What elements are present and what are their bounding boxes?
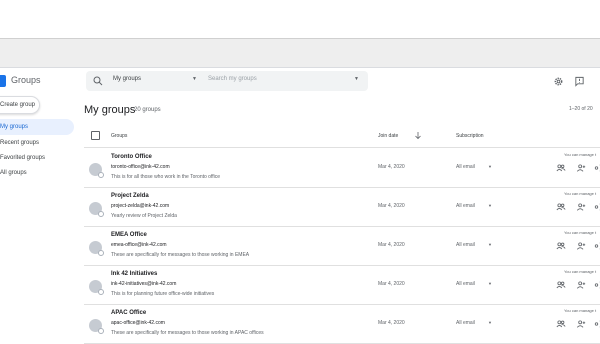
group-description: This is for planning future office-wide … [111, 291, 215, 297]
arrow-down-icon[interactable] [414, 131, 422, 140]
group-email: toronto-office@ink-42.com [111, 164, 170, 170]
groups-column-header: Groups [111, 133, 128, 139]
group-badge-icon [98, 250, 104, 256]
add-member-icon[interactable] [576, 280, 586, 290]
group-description: These are specifically for messages to t… [111, 330, 264, 336]
chevron-down-icon[interactable]: ▼ [488, 242, 492, 247]
manage-members-icon[interactable] [556, 202, 566, 212]
join-date: Mar 4, 2020 [378, 320, 405, 326]
chevron-down-icon[interactable]: ▼ [488, 281, 492, 286]
chevron-down-icon[interactable]: ▼ [488, 164, 492, 169]
search-bar[interactable]: My groups ▼ Search my groups ▼ [86, 71, 368, 91]
chevron-down-icon[interactable]: ▼ [488, 203, 492, 208]
sidebar-item-label: My groups [0, 124, 29, 130]
join-date: Mar 4, 2020 [378, 164, 405, 170]
manage-hint: You can manage t [564, 269, 597, 274]
sidebar-item-favorited-groups[interactable]: Favorited groups [0, 150, 74, 166]
group-name-link[interactable]: Toronto Office [111, 154, 152, 160]
sidebar-item-label: Favorited groups [0, 155, 46, 161]
feedback-icon[interactable] [574, 76, 585, 87]
group-email: emea-office@ink-42.com [111, 242, 167, 248]
table-row[interactable]: EMEA Office emea-office@ink-42.com These… [84, 227, 600, 266]
chevron-down-icon[interactable]: ▼ [488, 320, 492, 325]
groups-logo-icon[interactable] [0, 75, 6, 87]
group-description: This is for all those who work in the To… [111, 174, 221, 180]
search-icon[interactable] [92, 75, 104, 87]
manage-members-icon[interactable] [556, 163, 566, 173]
join-date: Mar 4, 2020 [378, 281, 405, 287]
subscription-select[interactable]: All email [456, 164, 475, 170]
add-member-icon[interactable] [576, 202, 586, 212]
manage-hint: You can manage t [564, 191, 597, 196]
app-name: Groups [11, 75, 41, 85]
manage-hint: You can manage t [564, 308, 597, 313]
share-icon[interactable] [594, 319, 600, 329]
add-member-icon[interactable] [576, 163, 586, 173]
join-date-column-header[interactable]: Join date [378, 133, 398, 139]
main-content: My groups 20 groups 1–20 of 20 Groups Jo… [76, 94, 600, 344]
settings-icon[interactable] [553, 76, 564, 87]
group-badge-icon [98, 172, 104, 178]
group-badge-icon [98, 289, 104, 295]
sidebar-item-label: All groups [0, 170, 27, 176]
group-name-link[interactable]: EMEA Office [111, 232, 147, 238]
manage-members-icon[interactable] [556, 319, 566, 329]
join-date: Mar 4, 2020 [378, 203, 405, 209]
subscription-select[interactable]: All email [456, 203, 475, 209]
search-input[interactable]: Search my groups [208, 76, 257, 82]
group-name-link[interactable]: Ink 42 Initiatives [111, 271, 157, 277]
share-icon[interactable] [594, 280, 600, 290]
group-email: project-zelda@ink-42.com [111, 203, 170, 209]
group-badge-icon [98, 328, 104, 334]
create-group-button[interactable]: Create group [0, 96, 40, 114]
create-group-label: Create group [0, 102, 36, 108]
search-options-icon[interactable]: ▼ [354, 76, 359, 82]
group-name-link[interactable]: APAC Office [111, 310, 146, 316]
app-header: Groups My groups ▼ Search my groups ▼ [0, 68, 600, 94]
sidebar-item-label: Recent groups [0, 140, 40, 146]
select-all-checkbox[interactable] [91, 131, 100, 140]
group-email: apac-office@ink-42.com [111, 320, 165, 326]
subscription-column-header: Subscription [456, 133, 484, 139]
share-icon[interactable] [594, 241, 600, 251]
table-row[interactable]: Ink 42 Initiatives ink-42-initiatives@in… [84, 266, 600, 305]
sidebar: Create group My groups Recent groups Fav… [0, 94, 76, 338]
group-email: ink-42-initiatives@ink-42.com [111, 281, 177, 287]
pagination-label: 1–20 of 20 [569, 106, 593, 112]
subscription-select[interactable]: All email [456, 242, 475, 248]
table-row[interactable]: Toronto Office toronto-office@ink-42.com… [84, 149, 600, 188]
group-description: Yearly review of Project Zelda [111, 213, 177, 219]
subscription-select[interactable]: All email [456, 281, 475, 287]
chevron-down-icon[interactable]: ▼ [192, 76, 197, 82]
manage-hint: You can manage t [564, 230, 597, 235]
sidebar-item-my-groups[interactable]: My groups [0, 119, 74, 135]
table-row[interactable]: Project Zelda project-zelda@ink-42.com Y… [84, 188, 600, 227]
table-header: Groups Join date Subscription [84, 124, 600, 148]
share-icon[interactable] [594, 202, 600, 212]
group-badge-icon [98, 211, 104, 217]
table-row[interactable]: APAC Office apac-office@ink-42.com These… [84, 305, 600, 344]
manage-members-icon[interactable] [556, 280, 566, 290]
browser-bar [0, 38, 600, 68]
page-title: My groups [84, 104, 136, 116]
group-count: 20 groups [134, 107, 161, 113]
search-scope-select[interactable]: My groups [113, 76, 141, 82]
share-icon[interactable] [594, 163, 600, 173]
add-member-icon[interactable] [576, 319, 586, 329]
manage-members-icon[interactable] [556, 241, 566, 251]
sidebar-item-recent-groups[interactable]: Recent groups [0, 135, 74, 151]
manage-hint: You can manage t [564, 152, 597, 157]
group-name-link[interactable]: Project Zelda [111, 193, 149, 199]
add-member-icon[interactable] [576, 241, 586, 251]
subscription-select[interactable]: All email [456, 320, 475, 326]
top-blank-area [0, 0, 600, 38]
sidebar-item-all-groups[interactable]: All groups [0, 165, 74, 181]
join-date: Mar 4, 2020 [378, 242, 405, 248]
group-description: These are specifically for messages to t… [111, 252, 250, 258]
